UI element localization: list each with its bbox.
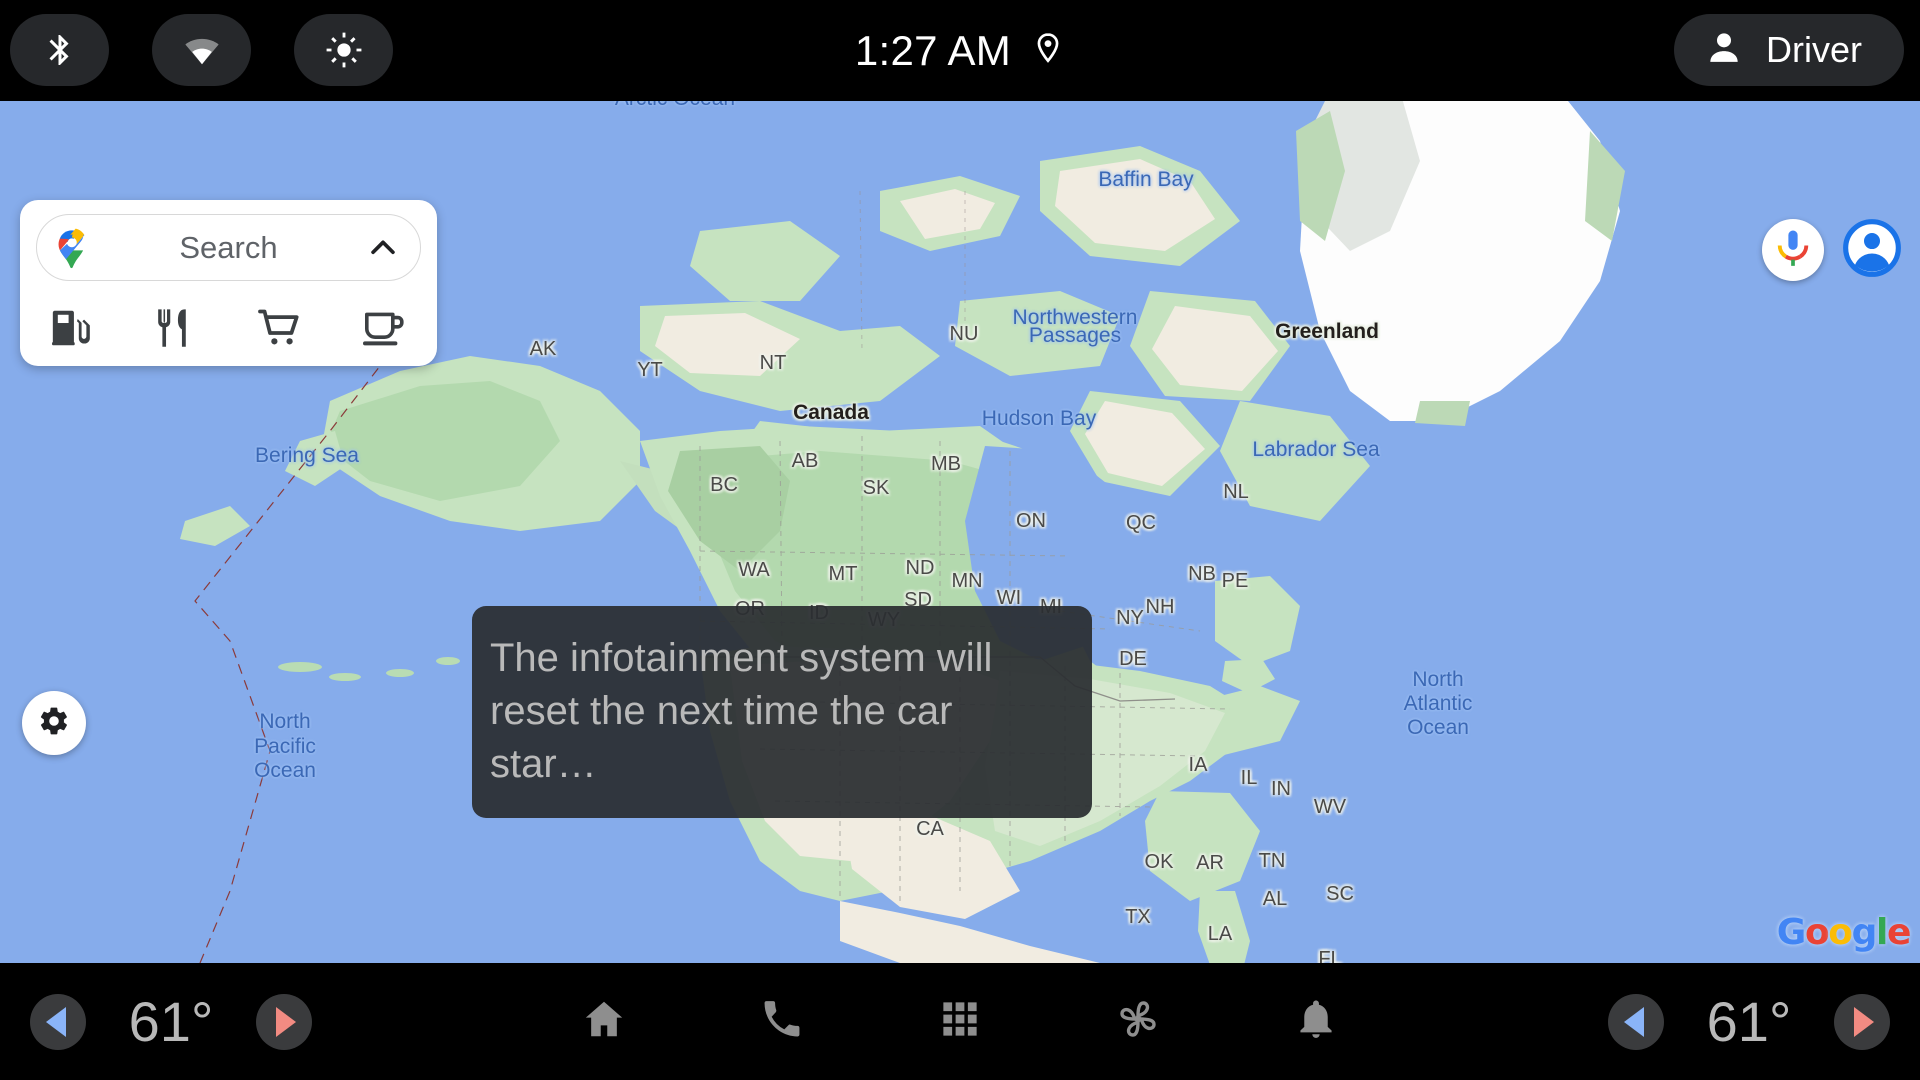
- bottom-navigation-bar: 61° 61°: [0, 963, 1920, 1080]
- status-bar: 1:27 AM Driver: [0, 0, 1920, 101]
- map-view[interactable]: Arctic OceanBaffin BayNorthwesternPassag…: [0, 101, 1920, 963]
- google-assistant-mic-icon: [1774, 228, 1812, 273]
- google-logo-letter: G: [1776, 912, 1807, 953]
- toast-notification: The infotainment system will reset the n…: [472, 606, 1092, 818]
- notifications-button[interactable]: [1257, 963, 1375, 1080]
- home-icon: [581, 996, 627, 1047]
- climate-button[interactable]: [1079, 963, 1197, 1080]
- google-logo-letter: o: [1804, 912, 1830, 953]
- google-maps-pin-icon: [53, 227, 91, 269]
- grocery-cart-icon[interactable]: [228, 303, 332, 353]
- location-pin-icon: [1031, 31, 1065, 70]
- temp-increase-passenger-button[interactable]: [1834, 993, 1890, 1050]
- driver-label: Driver: [1766, 29, 1862, 70]
- google-logo-letter: l: [1876, 912, 1888, 953]
- search-input[interactable]: Search: [36, 214, 421, 281]
- map-settings-button[interactable]: [22, 691, 86, 755]
- search-placeholder: Search: [179, 229, 278, 265]
- apps-button[interactable]: [901, 963, 1019, 1080]
- driver-profile-button[interactable]: Driver: [1674, 14, 1904, 86]
- home-button[interactable]: [545, 963, 663, 1080]
- google-logo-letter: o: [1828, 912, 1853, 953]
- person-icon: [1704, 28, 1744, 73]
- account-circle-icon: [1841, 217, 1903, 284]
- triangle-right-icon: [1854, 1006, 1874, 1037]
- coffee-icon[interactable]: [332, 304, 436, 352]
- temp-decrease-passenger-button[interactable]: [1608, 993, 1664, 1050]
- google-logo-letter: e: [1886, 912, 1911, 953]
- phone-icon: [759, 996, 805, 1047]
- account-button[interactable]: [1836, 214, 1908, 286]
- gear-icon: [38, 705, 70, 742]
- temp-value-passenger[interactable]: 61°: [1690, 989, 1808, 1054]
- chevron-up-icon[interactable]: [366, 231, 400, 265]
- google-logo-watermark: Google: [1776, 912, 1912, 953]
- clock-text: 1:27 AM: [854, 26, 1012, 74]
- climate-control-passenger: 61°: [1608, 963, 1890, 1080]
- climate-fan-icon: [1114, 995, 1162, 1048]
- google-logo-letter: g: [1851, 912, 1878, 953]
- phone-button[interactable]: [723, 963, 841, 1080]
- notifications-bell-icon: [1294, 997, 1338, 1046]
- maps-search-card: Search: [20, 200, 437, 366]
- gas-station-icon[interactable]: [20, 305, 124, 351]
- clock-area: 1:27 AM: [0, 0, 1920, 101]
- apps-grid-icon: [939, 998, 981, 1045]
- triangle-left-icon: [1624, 1006, 1644, 1037]
- restaurant-icon[interactable]: [124, 305, 228, 351]
- toast-message: The infotainment system will reset the n…: [490, 636, 993, 787]
- quick-category-row: [20, 290, 437, 366]
- assistant-mic-button[interactable]: [1762, 219, 1824, 281]
